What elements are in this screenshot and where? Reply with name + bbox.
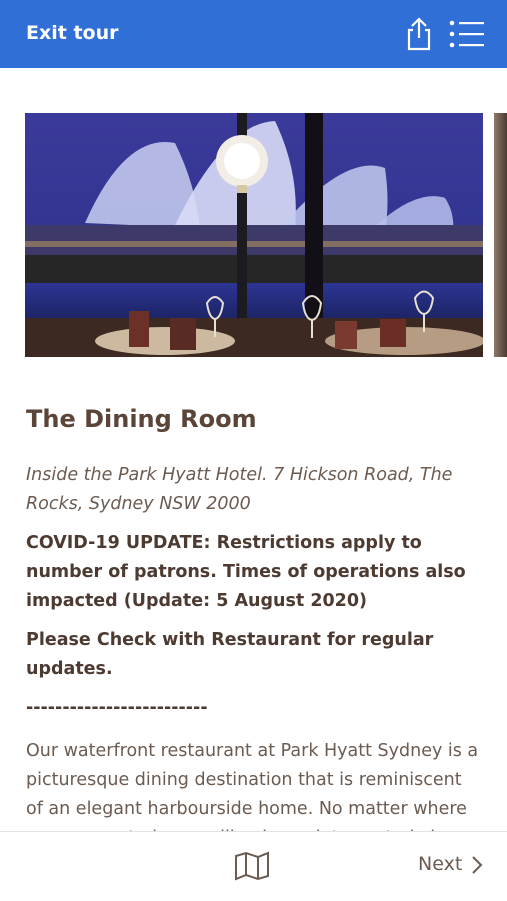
bottom-bar: Next xyxy=(0,831,507,901)
next-photo-peek[interactable] xyxy=(494,113,507,357)
check-note: Please Check with Restaurant for regular… xyxy=(26,630,434,679)
divider-text: ------------------------- xyxy=(26,698,208,718)
list-menu-icon[interactable] xyxy=(446,16,486,52)
photo-carousel[interactable] xyxy=(0,113,507,358)
next-button[interactable]: Next xyxy=(418,853,462,875)
share-icon[interactable] xyxy=(401,16,437,52)
covid-update: COVID-19 UPDATE: Restrictions apply to n… xyxy=(26,533,466,611)
restaurant-photo xyxy=(25,113,483,357)
exit-tour-button[interactable]: Exit tour xyxy=(26,22,118,44)
place-title: The Dining Room xyxy=(26,405,257,433)
chevron-right-icon[interactable] xyxy=(470,855,484,875)
place-address: Inside the Park Hyatt Hotel. 7 Hickson R… xyxy=(26,465,453,514)
map-icon[interactable] xyxy=(234,851,270,881)
place-details: The Dining Room Inside the Park Hyatt Ho… xyxy=(26,404,484,882)
top-bar: Exit tour xyxy=(0,0,507,68)
